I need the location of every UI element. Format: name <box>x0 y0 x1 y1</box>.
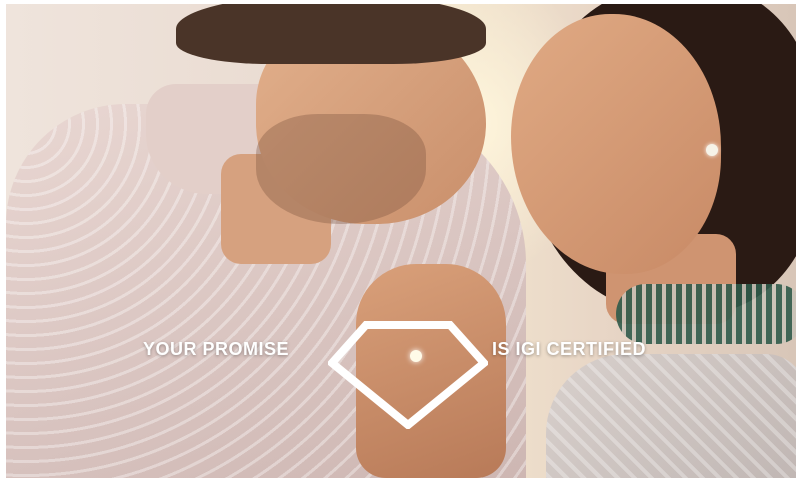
diamond-outline-icon <box>328 321 488 429</box>
tagline-left: YOUR PROMISE <box>143 339 290 359</box>
necklace <box>616 284 796 344</box>
earring <box>706 144 718 156</box>
woman-face <box>511 14 721 274</box>
woman-dress <box>546 354 796 478</box>
man-hair <box>176 4 486 64</box>
tagline-right: IS IGI CERTIFIED <box>492 339 647 359</box>
man-beard <box>256 114 426 224</box>
hero-banner[interactable]: YOUR PROMISE IS IGI CERTIFIED <box>6 4 796 478</box>
